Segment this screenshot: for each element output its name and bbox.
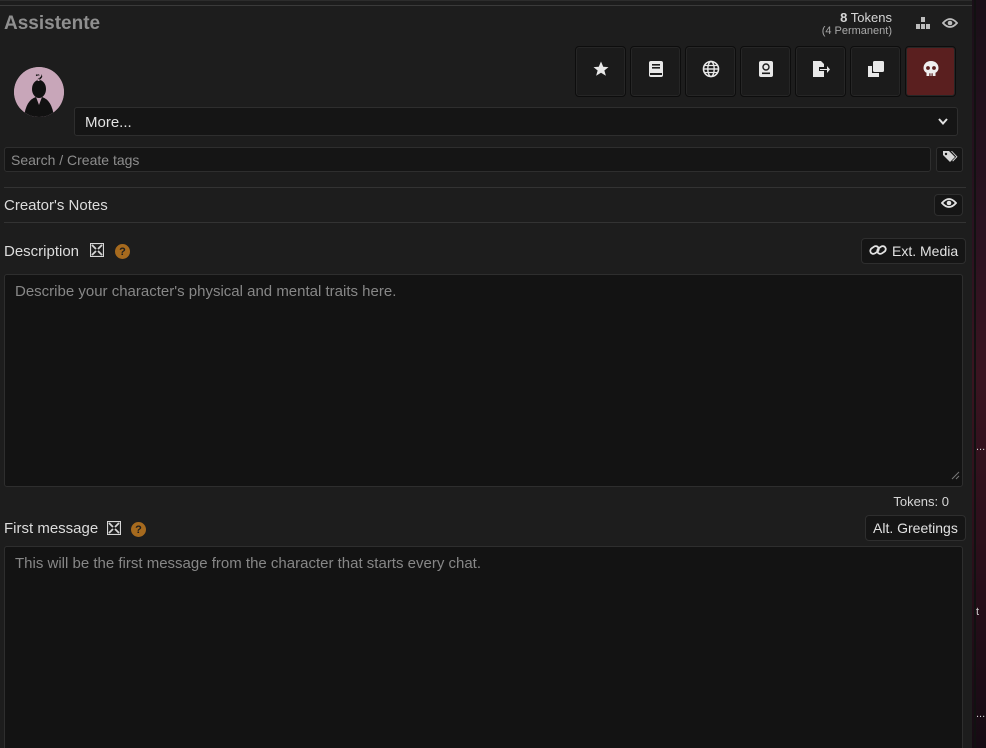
top-divider: [0, 5, 972, 6]
chat-lore-button[interactable]: [740, 46, 791, 97]
tags-button[interactable]: [936, 147, 963, 172]
section-divider: [4, 187, 966, 188]
edge-mark: ...: [976, 441, 986, 453]
edge-mark: t: [976, 606, 980, 618]
more-actions-select[interactable]: More...: [74, 107, 958, 136]
tokens-count: 8: [840, 10, 848, 25]
description-label: Description: [4, 243, 80, 260]
eye-icon[interactable]: [941, 14, 959, 32]
resize-handle-icon[interactable]: [951, 467, 960, 484]
ext-media-label: Ext. Media: [892, 243, 959, 259]
description-placeholder: Describe your character's physical and m…: [15, 283, 397, 300]
book-icon: [648, 60, 664, 83]
tags-placeholder: Search / Create tags: [11, 152, 140, 168]
globe-icon: [702, 60, 720, 83]
expand-icon[interactable]: [107, 521, 121, 535]
avatar[interactable]: ? ?: [14, 67, 64, 117]
duplicate-button[interactable]: [850, 46, 901, 97]
clone-icon: [867, 60, 885, 83]
alt-greetings-label: Alt. Greetings: [873, 520, 958, 536]
world-info-button[interactable]: [685, 46, 736, 97]
more-select-value: More...: [85, 114, 132, 131]
description-help-icon[interactable]: ?: [115, 244, 130, 259]
token-counter: 8 Tokens (4 Permanent): [822, 10, 892, 38]
section-divider: [4, 222, 966, 223]
chart-bars-icon[interactable]: [914, 14, 932, 32]
tokens-permanent: (4 Permanent): [821, 25, 892, 37]
tags-search-input[interactable]: Search / Create tags: [4, 147, 931, 172]
file-export-icon: [811, 60, 831, 83]
star-icon: [592, 60, 610, 83]
passport-icon: [758, 60, 774, 83]
svg-text:?: ?: [36, 71, 42, 84]
description-token-count: Tokens: 0: [893, 494, 949, 509]
edge-divider: [974, 0, 976, 748]
delete-button[interactable]: [905, 46, 956, 97]
export-button[interactable]: [795, 46, 846, 97]
character-name: Assistente: [4, 13, 101, 34]
chevron-down-icon: [937, 114, 949, 131]
link-icon: [869, 243, 887, 260]
creators-notes-label[interactable]: Creator's Notes: [4, 197, 108, 214]
ext-media-button[interactable]: Ext. Media: [861, 238, 967, 264]
edge-mark: ...: [976, 708, 986, 720]
lore-book-button[interactable]: [630, 46, 681, 97]
first-message-textarea[interactable]: This will be the first message from the …: [4, 546, 963, 748]
first-message-label: First message: [4, 520, 99, 537]
skull-icon: [922, 60, 940, 83]
expand-icon[interactable]: [90, 243, 104, 257]
first-message-placeholder: This will be the first message from the …: [15, 555, 482, 572]
character-panel: Assistente 8 Tokens (4 Permanent) ? ? Mo…: [0, 0, 972, 748]
description-textarea[interactable]: Describe your character's physical and m…: [4, 274, 963, 487]
tags-icon: [942, 150, 958, 169]
favorite-button[interactable]: [575, 46, 626, 97]
creators-notes-toggle[interactable]: [934, 194, 963, 216]
first-message-help-icon[interactable]: ?: [131, 522, 146, 537]
tokens-label: Tokens: [850, 10, 892, 25]
alt-greetings-button[interactable]: Alt. Greetings: [865, 515, 966, 541]
character-action-buttons: [575, 46, 956, 97]
eye-icon: [940, 196, 957, 214]
